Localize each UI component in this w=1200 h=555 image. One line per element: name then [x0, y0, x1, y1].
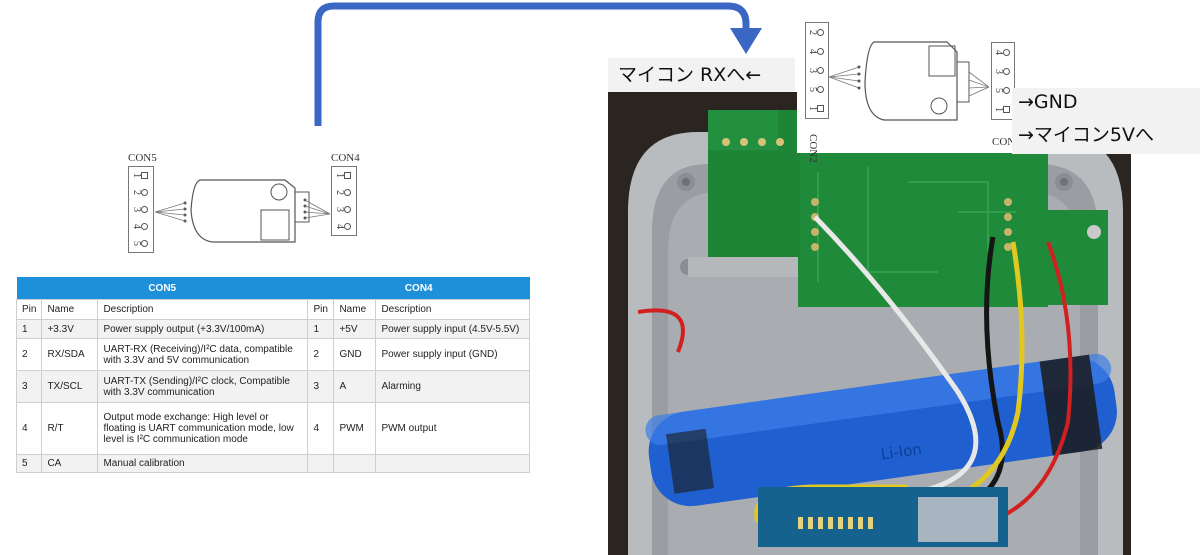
table-cell: 4 [15, 402, 43, 455]
table-cell: UART-RX (Receiving)/I²C data, compatible… [97, 338, 309, 371]
table-cell: 3 [15, 370, 43, 403]
table-cell: GND [333, 338, 377, 371]
v5-label: →マイコン5Vへ [1018, 124, 1155, 146]
column-header: Description [97, 299, 309, 320]
con4-pin: 1 [332, 167, 356, 184]
con5-pin-strip: 1 2 3 4 5 [128, 166, 154, 253]
con4-pin-strip: 1 2 3 4 [331, 166, 357, 236]
table-cell: Power supply input (4.5V-5.5V) [375, 319, 530, 339]
con5-pin: 1 [129, 167, 153, 184]
table-cell: Output mode exchange: High level or floa… [97, 402, 309, 455]
table-cell: TX/SCL [41, 370, 99, 403]
con5-label: CON5 [128, 152, 157, 164]
table-cell [307, 454, 335, 473]
gnd-5v-label-box: →GND →マイコン5Vへ [1012, 88, 1200, 154]
column-header: Name [333, 299, 377, 320]
inset-con5-label: CON2 [807, 134, 819, 163]
table-cell: 3 [307, 370, 335, 403]
table-cell: 1 [15, 319, 43, 339]
table-cell: A [333, 370, 377, 403]
con5-pin: 3 [129, 201, 153, 218]
device-illustration: Li-Ion [608, 92, 1131, 555]
table-cell: Alarming [375, 370, 530, 403]
table-cell: UART-TX (Sending)/I²C clock, Compatible … [97, 370, 309, 403]
con5-header: CON5 [16, 277, 308, 300]
table-row: 1 +3.3V Power supply output (+3.3V/100mA… [15, 319, 530, 339]
table-cell: Manual calibration [97, 454, 309, 473]
table-row: 2 RX/SDA UART-RX (Receiving)/I²C data, c… [15, 338, 530, 371]
inset-pin: 5 [992, 81, 1014, 100]
table-cell [375, 454, 530, 473]
inset-sensor-outline [829, 41, 989, 121]
inset-con5-strip: 2 4 3 5 1 [805, 22, 829, 119]
table-cell: Power supply output (+3.3V/100mA) [97, 319, 309, 339]
table-cell: PWM [333, 402, 377, 455]
table-cell: R/T [41, 402, 99, 455]
gnd-label: →GND [1018, 91, 1078, 113]
column-header: Description [375, 299, 530, 320]
table-row: 5 CA Manual calibration [15, 454, 530, 473]
table-cell: 2 [15, 338, 43, 371]
table-cell: 1 [307, 319, 335, 339]
column-header: Pin [307, 299, 335, 320]
con5-pin: 4 [129, 218, 153, 235]
table-row: 4 R/T Output mode exchange: High level o… [15, 402, 530, 455]
table-cell: PWM output [375, 402, 530, 455]
con4-label: CON4 [331, 152, 360, 164]
pin-table: CON5 CON4 Pin Name Description Pin Name … [15, 277, 530, 473]
inset-pin: 1 [806, 99, 828, 118]
table-cell: 4 [307, 402, 335, 455]
table-cell: RX/SDA [41, 338, 99, 371]
con5-pin: 2 [129, 184, 153, 201]
rx-label: マイコン RXへ← [608, 58, 795, 92]
table-cell: Power supply input (GND) [375, 338, 530, 371]
column-header: Pin [15, 299, 43, 320]
table-cell: 2 [307, 338, 335, 371]
table-cell: CA [41, 454, 99, 473]
inset-pin: 1 [992, 100, 1014, 119]
inset-pin: 3 [806, 61, 828, 80]
inset-pin: 3 [992, 62, 1014, 81]
device-photo: Li-Ion [608, 92, 1131, 555]
table-cell [333, 454, 377, 473]
con4-pin: 3 [332, 201, 356, 218]
con4-pin: 2 [332, 184, 356, 201]
column-header: Name [41, 299, 99, 320]
inset-pin: 5 [806, 80, 828, 99]
table-row: 3 TX/SCL UART-TX (Sending)/I²C clock, Co… [15, 370, 530, 403]
con4-header: CON4 [307, 277, 530, 300]
table-cell: 5 [15, 454, 43, 473]
table-cell: +5V [333, 319, 377, 339]
table-cell: +3.3V [41, 319, 99, 339]
inset-diagram: 2 4 3 5 1 CON2 4 3 5 1 CON4 [797, 18, 1021, 163]
sensor-module-outline [155, 179, 330, 243]
con5-pin: 5 [129, 235, 153, 252]
con4-pin: 4 [332, 218, 356, 235]
inset-pin: 4 [992, 43, 1014, 62]
inset-pin: 2 [806, 23, 828, 42]
inset-pin: 4 [806, 42, 828, 61]
